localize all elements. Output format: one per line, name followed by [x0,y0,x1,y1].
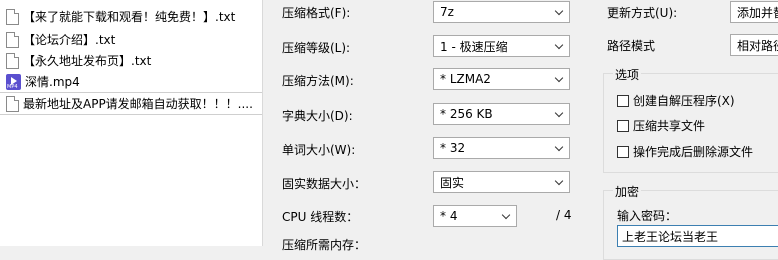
update-value: 添加并替 [737,5,778,20]
method-label: 压缩方法(M): [282,74,354,88]
shared-checkbox[interactable]: 压缩共享文件 [617,117,705,134]
level-label: 压缩等级(L): [282,41,351,55]
checkbox-icon [617,145,629,158]
chevron-down-icon [549,69,569,89]
options-title: 选项 [613,66,642,83]
cpu-value: * 4 [440,209,458,223]
sfx-checkbox[interactable]: 创建自解压程序(X) [617,92,735,109]
path-select[interactable]: 相对路径 [730,34,778,56]
level-select[interactable]: 1 - 极速压缩 [433,35,570,57]
method-value: * LZMA2 [440,72,491,86]
chevron-down-icon [549,138,569,158]
video-file-icon: MP4 [6,74,21,90]
format-label: 压缩格式(F): [282,6,351,20]
format-value: 7z [440,5,454,19]
path-label: 路径模式 [607,39,656,53]
file-list-item[interactable]: MP4 深情.mp4 [0,71,262,92]
file-name: 【来了就能下载和观看！纯免费！】.txt [23,10,236,24]
solid-label: 固实数据大小： [282,177,367,191]
chevron-down-icon [496,206,516,226]
chevron-down-icon [549,2,569,22]
level-value: 1 - 极速压缩 [440,39,508,54]
checkbox-icon [617,94,629,107]
text-file-icon [6,96,19,112]
word-label: 单词大小(W): [282,143,356,157]
text-file-icon [6,32,19,48]
video-badge: MP4 [7,84,18,90]
memory-label: 压缩所需内存： [282,238,367,252]
solid-value: 固实 [440,175,465,190]
update-label: 更新方式(U): [607,6,678,20]
dict-label: 字典大小(D): [282,109,353,123]
encryption-title: 加密 [613,183,642,200]
delete-source-checkbox[interactable]: 操作完成后删除源文件 [617,143,753,160]
cpu-select[interactable]: * 4 [433,205,517,227]
password-value: 上老王论坛当老王 [622,229,719,244]
update-select[interactable]: 添加并替 [730,1,778,23]
chevron-down-icon [549,36,569,56]
sfx-label: 创建自解压程序(X) [633,94,735,108]
password-input[interactable]: 上老王论坛当老王 [617,225,778,247]
file-name: 最新地址及APP请发邮箱自动获取！！！.... [23,97,253,111]
file-list-item[interactable]: 【永久地址发布页】.txt [0,50,262,71]
file-list-item[interactable]: 最新地址及APP请发邮箱自动获取！！！.... [0,92,262,115]
shared-label: 压缩共享文件 [633,119,706,133]
cpu-label: CPU 线程数： [282,210,359,224]
file-name: 【永久地址发布页】.txt [23,54,152,68]
solid-select[interactable]: 固实 [433,171,570,193]
cpu-total: / 4 [556,208,572,222]
method-select[interactable]: * LZMA2 [433,68,570,90]
word-value: * 32 [440,141,466,155]
checkbox-icon [617,119,629,132]
chevron-down-icon [549,172,569,192]
file-list-item[interactable]: 【来了就能下载和观看！纯免费！】.txt [0,6,262,27]
dict-select[interactable]: * 256 KB [433,103,570,125]
file-name: 【论坛介绍】.txt [23,33,116,47]
file-list-item[interactable]: 【论坛介绍】.txt [0,29,262,50]
dict-value: * 256 KB [440,107,493,121]
text-file-icon [6,9,19,25]
format-select[interactable]: 7z [433,1,570,23]
file-name: 深情.mp4 [25,75,80,89]
text-file-icon [6,53,19,69]
chevron-down-icon [549,104,569,124]
delete-source-label: 操作完成后删除源文件 [633,145,754,159]
path-value: 相对路径 [737,38,778,53]
file-list[interactable]: 【来了就能下载和观看！纯免费！】.txt 【论坛介绍】.txt 【永久地址发布页… [0,0,263,246]
word-select[interactable]: * 32 [433,137,570,159]
password-label: 输入密码： [617,209,678,223]
